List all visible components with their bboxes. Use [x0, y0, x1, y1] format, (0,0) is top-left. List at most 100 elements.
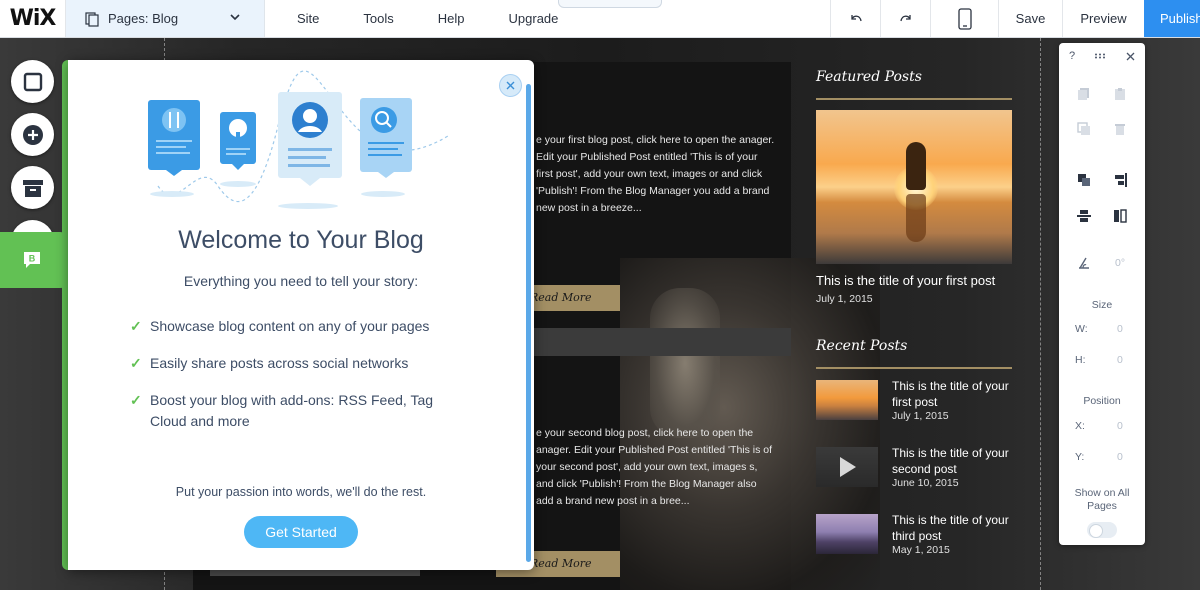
blog-icon-letter: B	[29, 254, 36, 264]
toolbar-actions: Save Preview Publish	[830, 0, 1200, 37]
recent-post-date: July 1, 2015	[892, 410, 949, 422]
welcome-blog-modal: Welcome to Your Blog Everything you need…	[68, 60, 534, 570]
meditating-figure	[906, 142, 926, 190]
menu-item-help[interactable]: Help	[438, 11, 465, 26]
size-label: Size	[1091, 299, 1113, 311]
recent-post-thumbnail	[816, 514, 878, 554]
rotation-value[interactable]: 0°	[1115, 257, 1125, 269]
close-icon	[506, 81, 515, 90]
menu-item-site[interactable]: Site	[297, 11, 319, 26]
menu-item-upgrade[interactable]: Upgrade	[509, 11, 559, 26]
blog-illustration	[148, 70, 449, 209]
publish-button[interactable]: Publish	[1144, 0, 1200, 37]
recent-post-date: June 10, 2015	[892, 477, 959, 489]
show-on-all-pages-label: Show on All Pages	[1074, 487, 1130, 512]
show-on-all-pages-toggle[interactable]	[1087, 522, 1117, 538]
modal-subtitle: Everything you need to tell your story:	[183, 273, 419, 289]
rotate-icon[interactable]	[1077, 256, 1091, 270]
align-icon[interactable]	[1113, 173, 1127, 187]
x-label: X:	[1075, 420, 1085, 432]
main-menu: Site Tools Help Upgrade	[265, 0, 602, 37]
delete-icon[interactable]	[1113, 122, 1127, 136]
undo-button[interactable]	[830, 0, 880, 37]
help-icon[interactable]: ?	[1069, 50, 1075, 62]
post-excerpt-2[interactable]: e your second blog post, click here to o…	[536, 425, 776, 510]
background-button[interactable]	[11, 60, 54, 103]
feature-item-addons: ✓ Boost your blog with add-ons: RSS Feed…	[130, 390, 470, 432]
feature-item-share: ✓ Easily share posts across social netwo…	[130, 353, 470, 374]
pages-icon	[85, 11, 99, 27]
feature-text: Easily share posts across social network…	[150, 355, 409, 371]
blog-button[interactable]: B	[12, 240, 52, 280]
media-icon	[22, 179, 43, 197]
featured-post-date: July 1, 2015	[816, 293, 873, 305]
recent-post-3[interactable]: This is the title of your third post May…	[816, 512, 1012, 556]
background-photo-trumpet	[650, 288, 720, 438]
recent-post-title: This is the title of your third post	[892, 513, 1009, 543]
save-button[interactable]: Save	[998, 0, 1062, 37]
feature-item-showcase: ✓ Showcase blog content on any of your p…	[130, 316, 470, 337]
recent-posts-rule	[816, 367, 1012, 369]
modal-tagline: Put your passion into words, we'll do th…	[175, 485, 427, 499]
add-button[interactable]	[11, 113, 54, 156]
play-icon	[840, 457, 856, 477]
arrange-icon[interactable]	[1077, 173, 1091, 187]
recent-posts-heading: Recent Posts	[816, 338, 908, 354]
feature-text: Boost your blog with add-ons: RSS Feed, …	[150, 392, 434, 429]
mobile-view-button[interactable]	[930, 0, 998, 37]
height-value[interactable]: 0	[1117, 354, 1123, 366]
media-button[interactable]	[11, 166, 54, 209]
mobile-icon	[957, 7, 972, 30]
match-size-icon[interactable]	[1113, 209, 1127, 223]
top-bar: WiX Pages: Blog Site Tools Help Upgrade	[0, 0, 1200, 38]
position-label: Position	[1083, 395, 1121, 407]
redo-icon	[899, 14, 911, 21]
modal-title: Welcome to Your Blog	[178, 226, 424, 254]
y-value[interactable]: 0	[1117, 451, 1123, 463]
blog-panel-tab[interactable]: B	[0, 232, 70, 288]
post-excerpt-1[interactable]: e your first blog post, click here to op…	[536, 132, 776, 217]
toolbar-pull-tab[interactable]	[558, 0, 662, 8]
drag-handle-icon[interactable]	[1094, 53, 1108, 59]
copy-icon[interactable]	[1077, 87, 1091, 101]
check-icon: ✓	[130, 318, 142, 334]
paste-icon[interactable]	[1113, 87, 1127, 101]
pages-dropdown[interactable]: Pages: Blog	[66, 0, 265, 37]
chevron-down-icon	[230, 14, 240, 21]
y-label: Y:	[1075, 451, 1085, 463]
recent-post-2[interactable]: This is the title of your second post Ju…	[816, 445, 1012, 489]
redo-button[interactable]	[880, 0, 930, 37]
page-guide-right	[1040, 38, 1041, 590]
recent-post-date: May 1, 2015	[892, 544, 950, 556]
featured-post-title[interactable]: This is the title of your first post	[816, 273, 995, 288]
figure-reflection	[906, 194, 926, 242]
feature-text: Showcase blog content on any of your pag…	[150, 318, 430, 334]
featured-post-image[interactable]	[816, 110, 1012, 264]
close-icon[interactable]	[1126, 52, 1135, 61]
height-label: H:	[1075, 354, 1086, 366]
background-icon	[23, 72, 42, 91]
undo-icon	[850, 14, 862, 21]
duplicate-icon[interactable]	[1077, 122, 1091, 136]
check-icon: ✓	[130, 355, 142, 371]
check-icon: ✓	[130, 392, 142, 408]
panel-header: ?	[1059, 43, 1145, 69]
recent-post-1[interactable]: This is the title of your first post Jul…	[816, 378, 1012, 422]
get-started-button[interactable]: Get Started	[244, 516, 358, 548]
preview-button[interactable]: Preview	[1062, 0, 1144, 37]
featured-posts-heading: Featured Posts	[816, 69, 922, 85]
blog-icon: B	[24, 252, 40, 268]
add-icon	[22, 124, 43, 145]
distribute-icon[interactable]	[1077, 209, 1091, 223]
recent-post-title: This is the title of your first post	[892, 379, 1009, 409]
recent-post-thumbnail	[816, 380, 878, 420]
modal-close-button[interactable]	[499, 74, 522, 97]
wix-logo[interactable]: WiX	[0, 0, 66, 37]
menu-item-tools[interactable]: Tools	[363, 11, 393, 26]
width-value[interactable]: 0	[1117, 323, 1123, 335]
wix-editor: WiX Pages: Blog Site Tools Help Upgrade	[0, 0, 1200, 590]
x-value[interactable]: 0	[1117, 420, 1123, 432]
width-label: W:	[1075, 323, 1088, 335]
recent-post-title: This is the title of your second post	[892, 446, 1009, 476]
pages-dropdown-label: Pages: Blog	[108, 11, 179, 26]
